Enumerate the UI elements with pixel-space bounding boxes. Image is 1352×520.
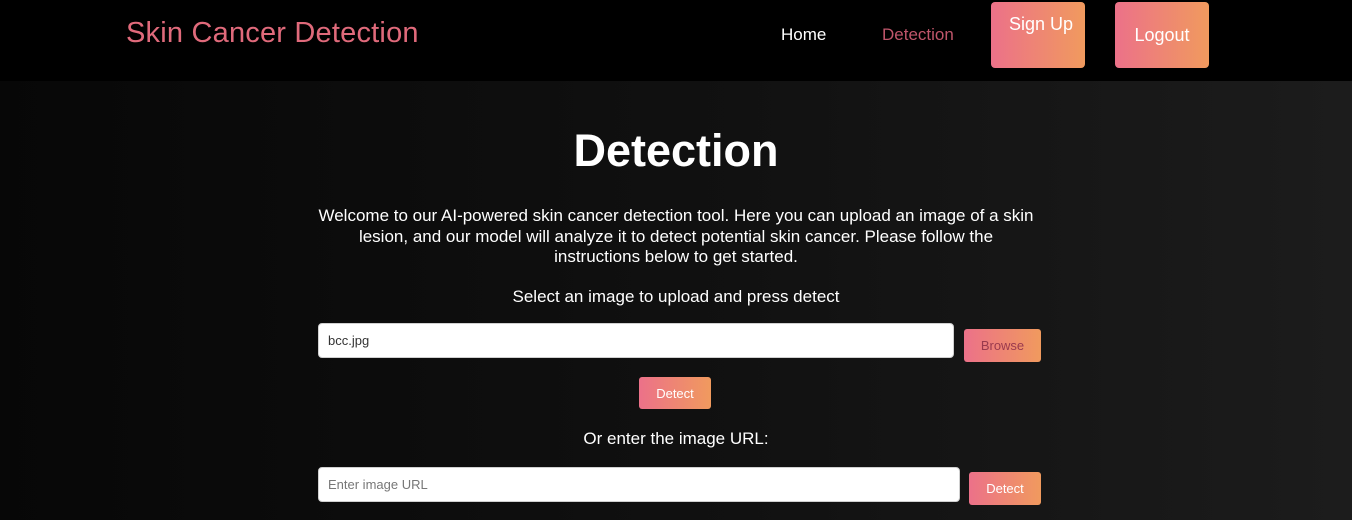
intro-text: Welcome to our AI-powered skin cancer de… [318, 206, 1034, 266]
url-instruction: Or enter the image URL: [583, 429, 769, 448]
browse-button[interactable]: Browse [964, 329, 1041, 362]
upload-instruction: Select an image to upload and press dete… [512, 287, 840, 306]
page-title: Detection [573, 125, 779, 176]
brand-title[interactable]: Skin Cancer Detection [126, 17, 419, 50]
main-content: Detection Welcome to our AI-powered skin… [0, 81, 1352, 520]
nav-link-detection[interactable]: Detection [882, 25, 954, 45]
nav-link-home[interactable]: Home [781, 25, 826, 45]
image-url-input[interactable] [318, 467, 960, 502]
detect-upload-button[interactable]: Detect [639, 377, 711, 409]
detect-url-button[interactable]: Detect [969, 472, 1041, 505]
file-name-field[interactable] [318, 323, 954, 358]
logout-button[interactable]: Logout [1115, 2, 1209, 68]
signup-button[interactable]: Sign Up [991, 2, 1085, 68]
navbar: Skin Cancer Detection Home Detection Sig… [0, 0, 1352, 81]
